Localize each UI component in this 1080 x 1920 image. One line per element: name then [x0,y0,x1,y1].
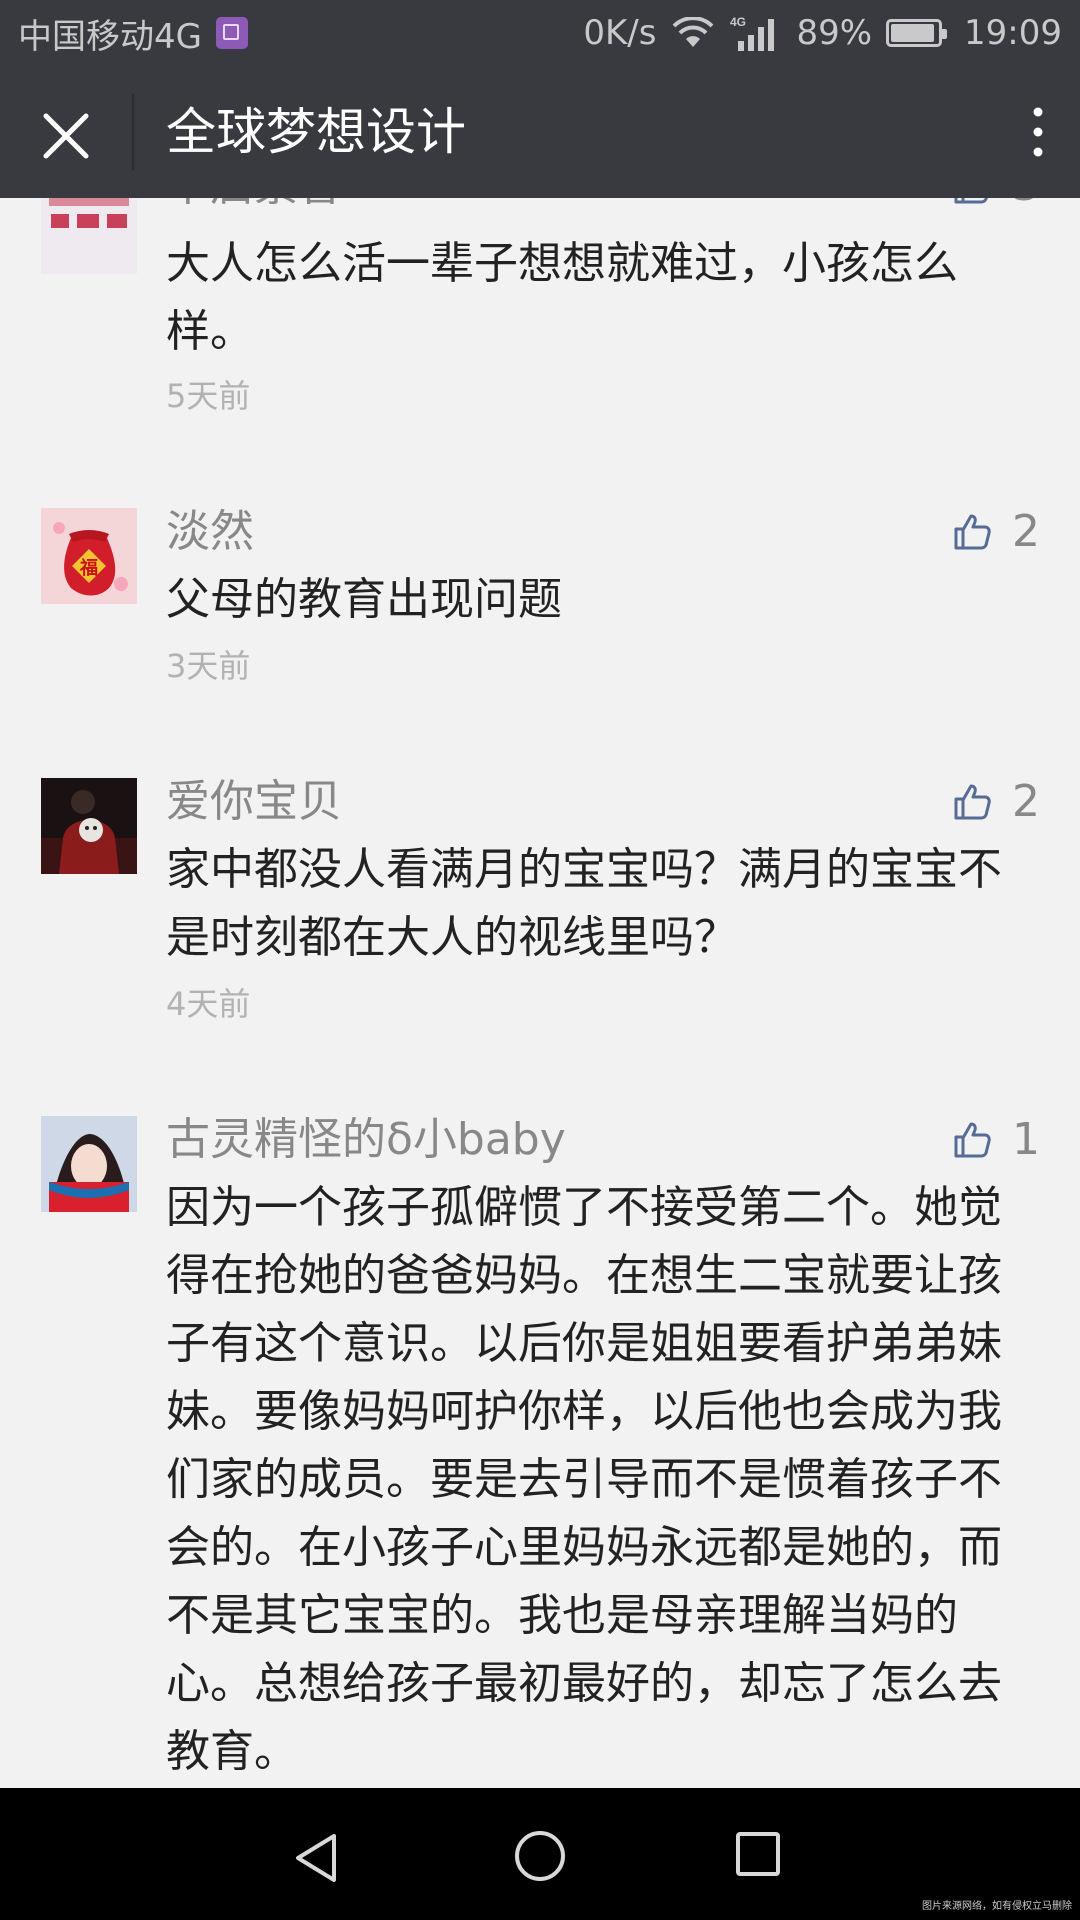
thumbs-up-icon [954,514,991,550]
comment-text: 父母的教育出现问题 [166,574,562,625]
comment-time: 4天前 [166,985,251,1023]
avatar-image: 福 [41,508,137,604]
comment-text: 因为一个孩子孤僻惯了不接受第二个。她觉得在抢她的爸爸妈妈。在想生二宝就要让孩子有… [166,1182,1002,1777]
thumbs-up-icon [954,1122,991,1158]
avatar-image [41,1116,137,1212]
like-count: 2 [1012,776,1040,827]
system-navigation-bar: 图片来源网络，如有侵权立马删除 [0,1788,1080,1920]
avatar-image [41,778,137,874]
thumbs-up-icon [954,784,991,820]
avatar[interactable]: 福 [41,508,137,604]
like-button[interactable]: 1 [952,1112,1040,1168]
nav-header: 全球梦想设计 [0,66,1080,198]
comment-time: 3天前 [166,647,251,685]
like-button[interactable]: 2 [952,504,1040,560]
network-type-label: 4G [730,15,746,29]
user-name[interactable]: 千启景香 [166,198,342,216]
wifi-icon [673,17,714,47]
comment-time: 5天前 [166,377,251,415]
like-count: 3 [1012,198,1040,214]
like-count: 1 [1012,1114,1040,1165]
like-button[interactable]: 3 [952,198,1040,214]
comment-list[interactable]: 千启景香 3 大人怎么活一辈子想想就难过，小孩怎么样。 5天前 福 淡然 [0,198,1080,1788]
like-button[interactable]: 2 [952,774,1040,830]
user-name[interactable]: 古灵精怪的δ小baby [166,1110,566,1170]
avatar[interactable] [41,198,137,274]
avatar[interactable] [41,778,137,874]
gallery-notification-icon [215,17,248,49]
avatar[interactable] [41,1116,137,1212]
user-name[interactable]: 淡然 [166,502,254,562]
carrier-label: 中国移动4G [18,16,202,57]
page-title: 全球梦想设计 [166,103,466,161]
comment-text: 家中都没人看满月的宝宝吗？满月的宝宝不是时刻都在大人的视线里吗？ [166,844,1002,963]
battery-icon [886,19,948,47]
more-options-icon[interactable] [1026,102,1050,162]
status-right: 0K/s 4G 89% 19:09 [583,13,1062,53]
status-left: 中国移动4G [18,9,248,58]
clock: 19:09 [964,13,1062,53]
signal-icon: 4G [730,15,775,51]
battery-percent: 89% [796,13,873,53]
nav-divider [132,94,134,170]
back-triangle-icon[interactable] [290,1830,346,1886]
recent-apps-square-icon[interactable] [734,1830,782,1878]
like-count: 2 [1012,506,1040,557]
user-name[interactable]: 爱你宝贝 [166,772,342,832]
watermark-text: 图片来源网络，如有侵权立马删除 [922,1901,1072,1912]
home-circle-icon[interactable] [512,1828,568,1884]
avatar-image [41,198,137,274]
thumbs-up-icon [954,198,988,204]
svg-text:福: 福 [79,557,98,579]
comment-text: 大人怎么活一辈子想想就难过，小孩怎么样。 [166,238,958,357]
status-bar: 中国移动4G 0K/s 4G 89% 19:09 [0,0,1080,66]
network-speed: 0K/s [583,13,657,53]
close-icon[interactable] [36,106,96,166]
